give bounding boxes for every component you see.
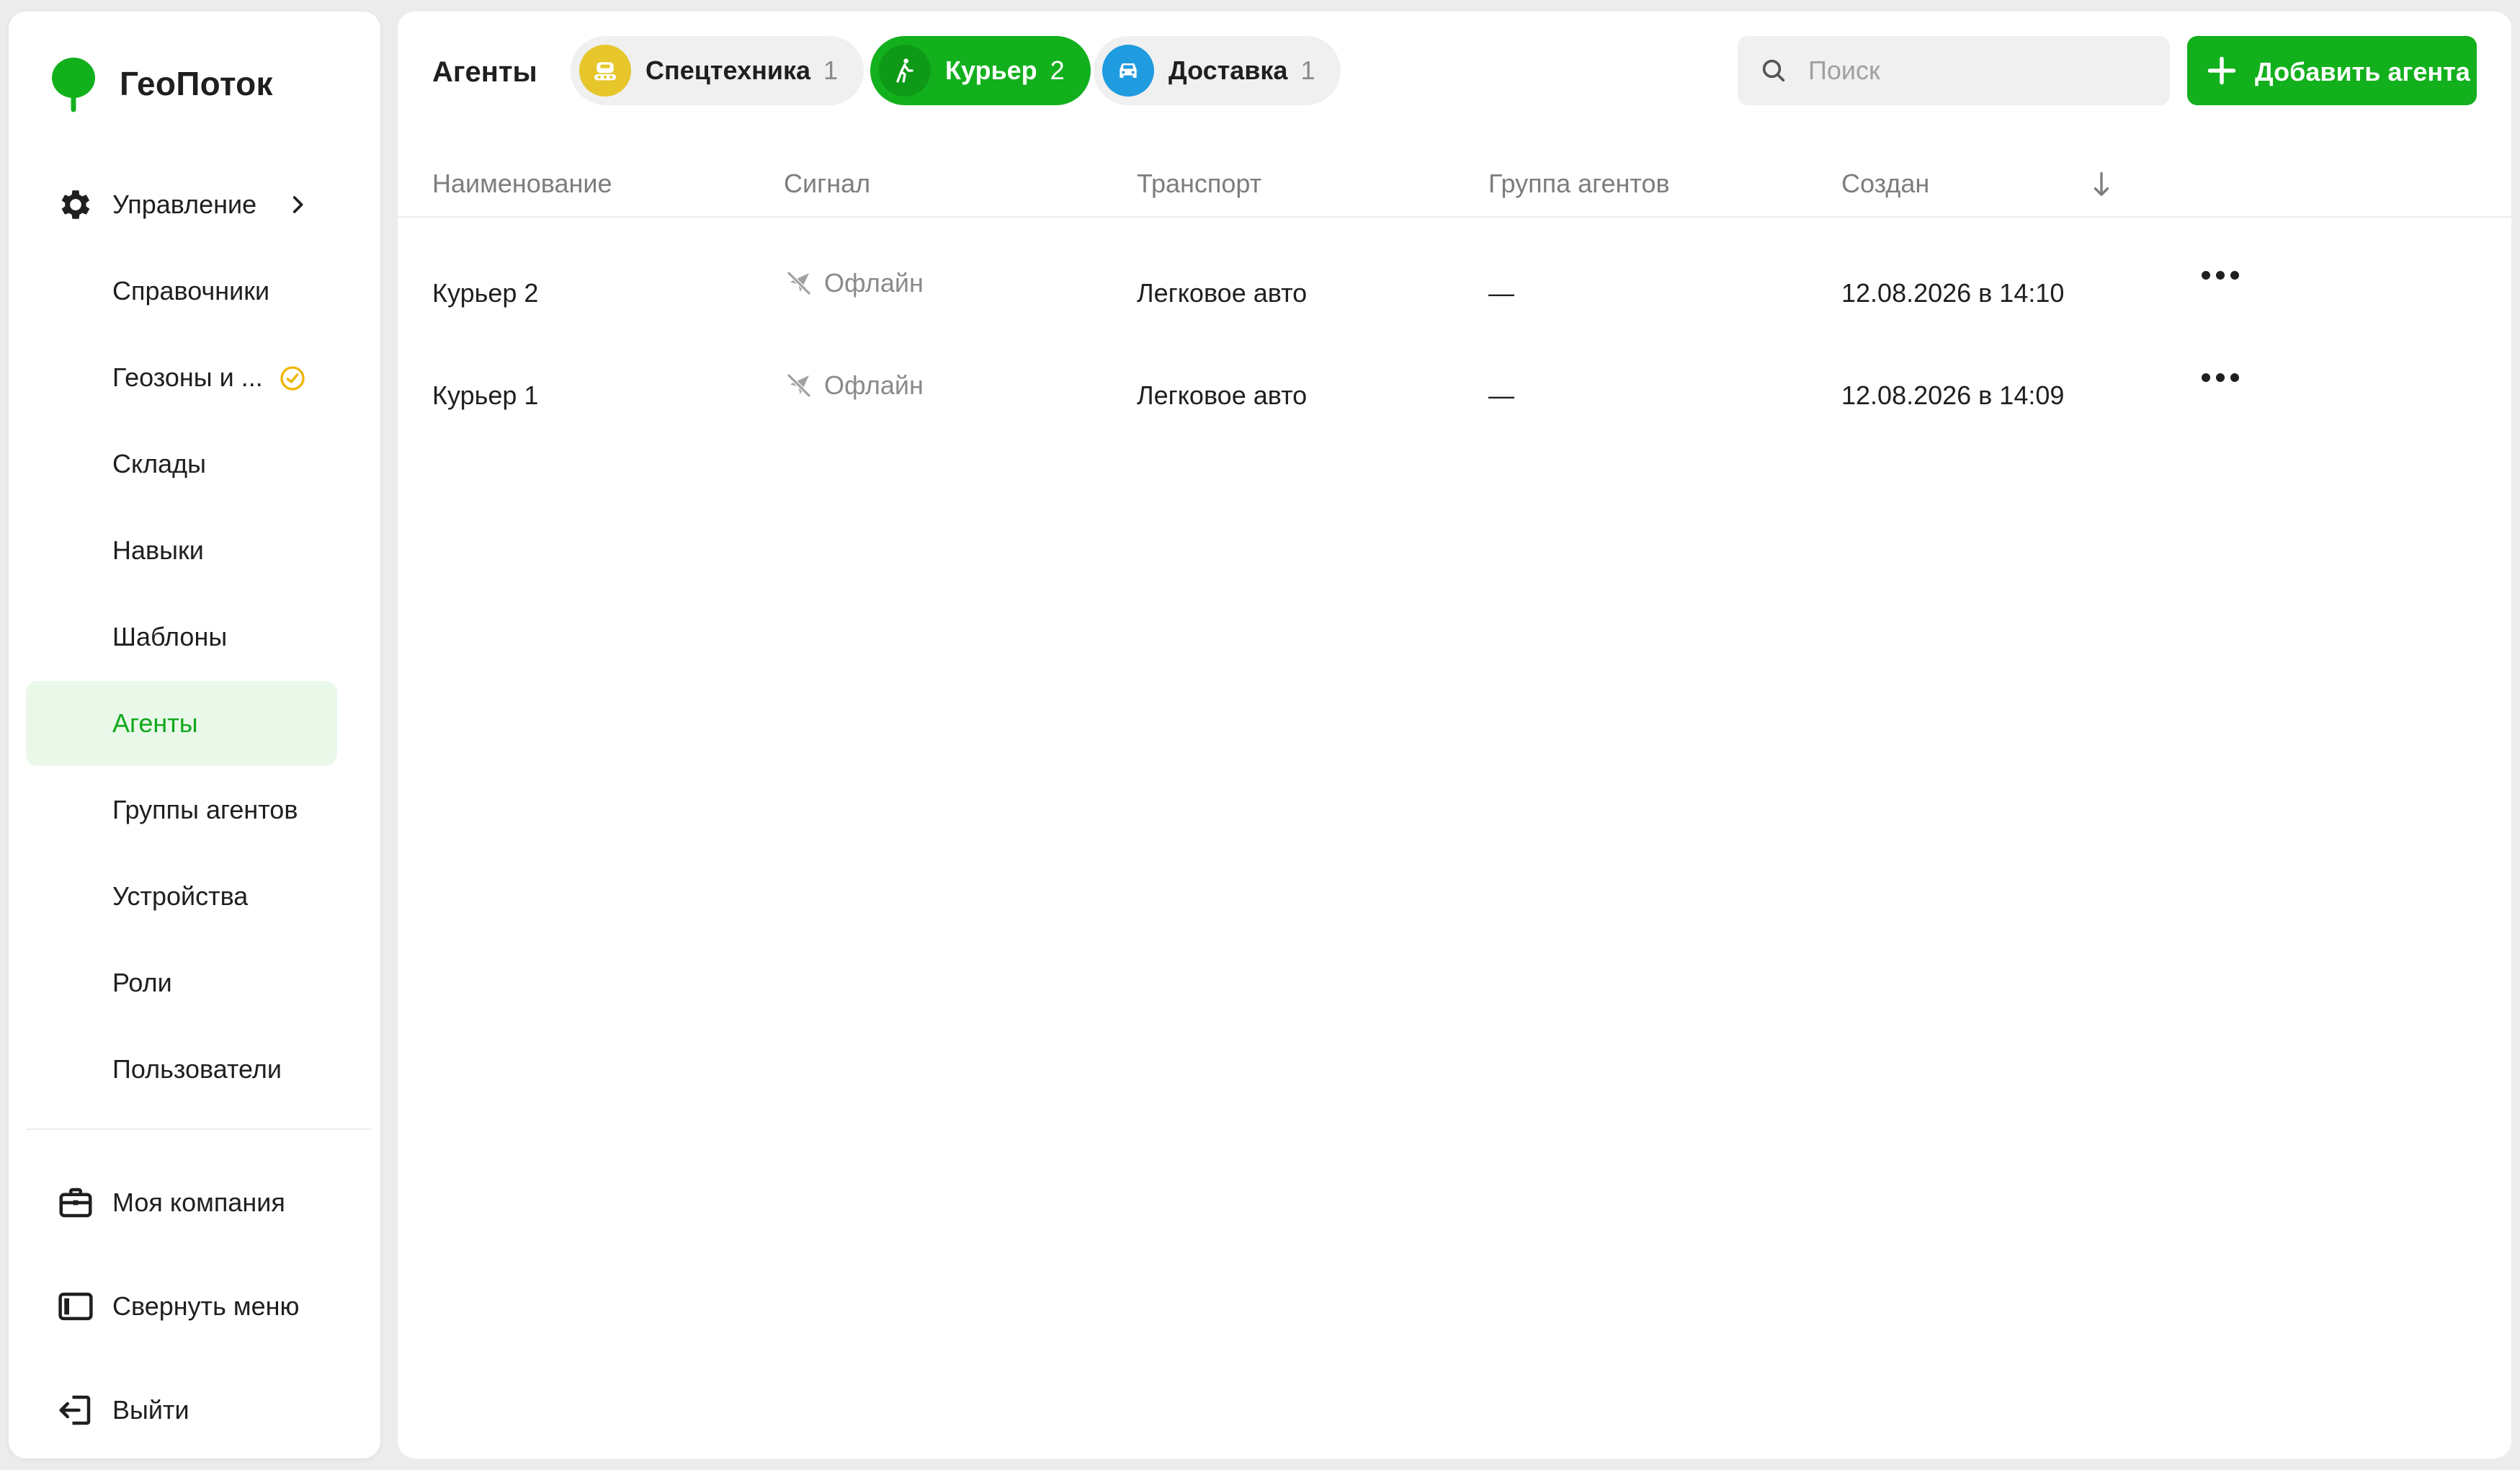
search-icon	[1762, 59, 1785, 82]
cell-transport: Легковое авто	[1137, 278, 1308, 308]
cell-name[interactable]: Курьер 2	[432, 278, 538, 308]
sidebar-item-roles[interactable]: Роли	[26, 940, 337, 1025]
sidebar-item-collapse-menu[interactable]: Свернуть меню	[26, 1264, 337, 1349]
collapse-panel-icon	[58, 1292, 93, 1321]
sidebar-item-label: Управление	[112, 190, 257, 219]
chip-label: Курьер	[945, 55, 1037, 85]
page-title: Агенты	[432, 56, 537, 88]
signal-status: Офлайн	[784, 268, 924, 298]
main-panel: Агенты Спецтехника 1 Курьер 2 Доставка 1…	[398, 12, 2511, 1458]
chip-count: 1	[1300, 55, 1315, 85]
car-icon	[1102, 45, 1154, 97]
clock-warning-icon	[280, 366, 305, 391]
sidebar-item-label: Свернуть меню	[112, 1291, 300, 1321]
leaf-pin-icon	[52, 58, 95, 112]
add-agent-label: Добавить агента	[2255, 57, 2470, 86]
chip-label: Спецтехника	[645, 55, 811, 85]
sidebar-item-management[interactable]: Управление	[26, 162, 337, 247]
sidebar-item-devices[interactable]: Устройства	[26, 854, 337, 939]
sidebar-item-label: Пользователи	[112, 1054, 282, 1084]
cell-transport: Легковое авто	[1137, 380, 1308, 410]
arrow-down-icon[interactable]	[2089, 170, 2114, 199]
gear-icon	[61, 190, 90, 219]
logout-icon	[59, 1395, 91, 1425]
cell-created: 12.08.2026 в 14:10	[1841, 278, 2065, 308]
column-header-created[interactable]: Создан	[1841, 169, 1929, 199]
cell-created: 12.08.2026 в 14:09	[1841, 380, 2065, 410]
sidebar-item-geozones[interactable]: Геозоны и ...	[26, 335, 337, 420]
sidebar-item-label: Роли	[112, 968, 172, 997]
table-row[interactable]: Курьер 2 Офлайн Легковое авто — 12.08.20…	[398, 232, 2511, 334]
brand[interactable]: ГеоПоток	[45, 55, 273, 112]
chip-count: 1	[823, 55, 839, 85]
sidebar-divider	[26, 1128, 372, 1130]
sidebar-item-warehouses[interactable]: Склады	[26, 422, 337, 507]
sidebar-item-label: Выйти	[112, 1395, 189, 1425]
sidebar-item-label: Справочники	[112, 276, 270, 306]
plus-icon	[2207, 56, 2236, 85]
walking-person-icon	[879, 45, 931, 97]
filter-chip-special-equipment[interactable]: Спецтехника 1	[571, 36, 864, 105]
column-header-agent-group[interactable]: Группа агентов	[1488, 169, 1670, 199]
cell-agent-group: —	[1488, 380, 1514, 410]
sidebar-item-my-company[interactable]: Моя компания	[26, 1160, 337, 1245]
sidebar-item-label: Шаблоны	[112, 622, 228, 651]
no-signal-icon	[787, 373, 811, 398]
signal-label: Офлайн	[824, 370, 924, 400]
sidebar-item-label: Склады	[112, 449, 207, 478]
sidebar-item-agents[interactable]: Агенты	[26, 681, 337, 766]
sidebar-item-templates[interactable]: Шаблоны	[26, 594, 337, 680]
sidebar-item-label: Геозоны и ...	[112, 362, 263, 392]
filter-chip-delivery[interactable]: Доставка 1	[1094, 36, 1341, 105]
column-header-transport[interactable]: Транспорт	[1137, 169, 1261, 199]
more-options-icon[interactable]	[2199, 261, 2242, 290]
brand-name: ГеоПоток	[120, 65, 273, 102]
sidebar-item-users[interactable]: Пользователи	[26, 1027, 337, 1112]
chip-count: 2	[1050, 55, 1065, 85]
table-row[interactable]: Курьер 1 Офлайн Легковое авто — 12.08.20…	[398, 334, 2511, 437]
sidebar-item-label: Агенты	[112, 708, 198, 738]
chevron-right-icon	[292, 196, 303, 213]
column-header-signal[interactable]: Сигнал	[784, 169, 870, 199]
sidebar-item-skills[interactable]: Навыки	[26, 508, 337, 593]
sidebar-item-logout[interactable]: Выйти	[26, 1368, 337, 1453]
signal-status: Офлайн	[784, 370, 924, 401]
signal-label: Офлайн	[824, 268, 924, 298]
cell-name[interactable]: Курьер 1	[432, 380, 538, 411]
table-header: Наименование Сигнал Транспорт Группа аге…	[398, 134, 2511, 218]
briefcase-icon	[59, 1188, 92, 1218]
filter-chip-courier[interactable]: Курьер 2	[870, 36, 1091, 105]
search-input[interactable]	[1808, 50, 2154, 91]
sidebar-item-label: Навыки	[112, 535, 204, 565]
more-options-icon[interactable]	[2199, 363, 2242, 392]
chip-label: Доставка	[1169, 55, 1288, 85]
sidebar-item-label: Моя компания	[112, 1188, 285, 1217]
tractor-icon	[579, 45, 631, 97]
no-signal-icon	[787, 271, 811, 295]
add-agent-button[interactable]: Добавить агента	[2187, 36, 2477, 105]
sidebar-item-agent-groups[interactable]: Группы агентов	[26, 767, 337, 852]
sidebar-item-label: Устройства	[112, 881, 249, 911]
sidebar: ГеоПоток Управление Справочники Геозоны …	[9, 12, 380, 1458]
column-header-name[interactable]: Наименование	[432, 169, 612, 199]
sidebar-item-label: Группы агентов	[112, 795, 298, 824]
search-box[interactable]	[1738, 36, 2170, 105]
sidebar-item-directories[interactable]: Справочники	[26, 249, 337, 334]
cell-agent-group: —	[1488, 278, 1514, 308]
app-window: ГеоПоток Управление Справочники Геозоны …	[0, 0, 2520, 1470]
